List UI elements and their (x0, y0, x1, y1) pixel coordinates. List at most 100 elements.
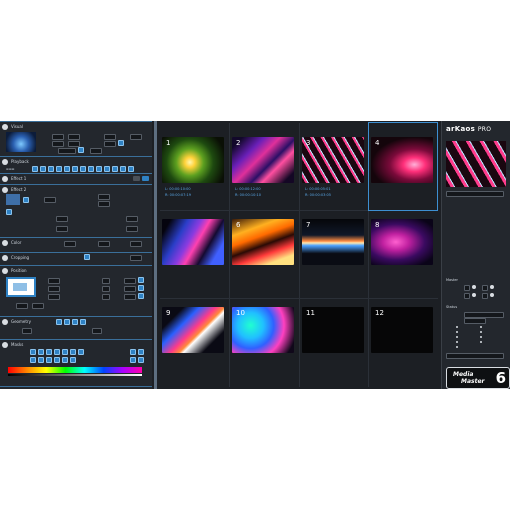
geometry-mode-button[interactable] (80, 319, 86, 325)
position-field[interactable] (124, 286, 136, 292)
grid-cell-11[interactable]: 11 (300, 299, 368, 383)
color-field[interactable] (98, 241, 110, 247)
grid-cell-1[interactable]: 1 L: 00:00:10:00 R: 00:00:07:19 (160, 123, 228, 207)
cropping-field[interactable] (130, 255, 142, 261)
mask-shape-button[interactable] (70, 349, 76, 355)
grayscale-bar[interactable] (8, 374, 142, 376)
collapse-icon[interactable] (2, 318, 8, 325)
visual-field[interactable] (68, 134, 80, 140)
effect2-section-header[interactable]: Effect 2 (0, 185, 152, 194)
grid-cell-8[interactable]: 8 (369, 211, 437, 295)
output-dropdown[interactable] (446, 191, 504, 197)
mask-shape-button[interactable] (62, 357, 68, 363)
mask-shape-button[interactable] (46, 349, 52, 355)
effect2-field[interactable] (98, 201, 110, 207)
collapse-icon[interactable] (2, 239, 8, 246)
mask-shape-button[interactable] (62, 349, 68, 355)
position-field[interactable] (48, 278, 60, 284)
visual-field[interactable] (52, 134, 64, 140)
position-field[interactable] (102, 278, 110, 284)
playback-mode-button[interactable] (96, 166, 102, 172)
collapse-icon[interactable] (2, 341, 8, 348)
grid-cell-4[interactable]: 4 (368, 122, 438, 211)
mask-shape-button[interactable] (46, 357, 52, 363)
mask-shape-button[interactable] (30, 357, 36, 363)
mask-shape-button[interactable] (78, 349, 84, 355)
collapse-icon[interactable] (2, 267, 8, 274)
masks-section-header[interactable]: Masks (0, 340, 152, 349)
visual-field[interactable] (104, 141, 116, 147)
playback-mode-button[interactable] (120, 166, 126, 172)
position-field[interactable] (102, 286, 110, 292)
effect2-add-button[interactable] (23, 197, 29, 203)
panel-splitter[interactable] (154, 121, 157, 389)
playback-mode-button[interactable] (32, 166, 38, 172)
playback-mode-button[interactable] (48, 166, 54, 172)
grid-cell-2[interactable]: 2 L: 00:00:12:00 R: 00:00:10:10 (230, 123, 298, 207)
collapse-icon[interactable] (2, 254, 8, 261)
playback-mode-button[interactable] (104, 166, 110, 172)
mask-shape-button[interactable] (138, 357, 144, 363)
position-reset-button[interactable] (138, 277, 144, 283)
mask-shape-button[interactable] (38, 349, 44, 355)
grid-cell-12[interactable]: 12 (369, 299, 437, 383)
mask-shape-button[interactable] (54, 349, 60, 355)
geometry-mode-button[interactable] (72, 319, 78, 325)
visual-toggle[interactable] (118, 140, 124, 146)
grid-cell-6[interactable]: 6 (230, 211, 298, 295)
visual-field[interactable] (130, 134, 142, 140)
effect2-field[interactable] (56, 216, 68, 222)
effect2-toggle[interactable] (6, 209, 12, 215)
collapse-icon[interactable] (2, 388, 8, 389)
mask-shape-button[interactable] (70, 357, 76, 363)
visual-field[interactable] (104, 134, 116, 140)
collapse-icon[interactable] (2, 175, 8, 182)
effect2-field[interactable] (56, 226, 68, 232)
playback-mode-button[interactable] (80, 166, 86, 172)
geometry-mode-button[interactable] (56, 319, 62, 325)
mask-shape-button[interactable] (130, 357, 136, 363)
geometry-field[interactable] (22, 328, 32, 334)
visual-section-header[interactable]: Visual (0, 122, 152, 131)
playback-mode-button[interactable] (40, 166, 46, 172)
status-field[interactable] (464, 318, 486, 324)
position-field[interactable] (48, 286, 60, 292)
grid-cell-3[interactable]: 3 L: 00:00:05:01 R: 00:00:03:05 (300, 123, 368, 207)
playback-mode-button[interactable] (88, 166, 94, 172)
mask-shape-button[interactable] (38, 357, 44, 363)
master-radio[interactable] (490, 285, 494, 289)
effect2-field[interactable] (126, 226, 138, 232)
master-slider[interactable] (464, 285, 470, 291)
master-radio[interactable] (472, 293, 476, 297)
playback-mode-button[interactable] (128, 166, 134, 172)
visual-toggle[interactable] (78, 147, 84, 153)
effect2-field[interactable] (44, 197, 56, 203)
position-preview[interactable] (6, 277, 36, 297)
position-field[interactable] (124, 294, 136, 300)
master-slider[interactable] (464, 293, 470, 299)
effect1-toggle[interactable] (133, 176, 140, 181)
color-spectrum-bar[interactable] (8, 367, 142, 373)
position-field[interactable] (124, 278, 136, 284)
visual-field[interactable] (90, 148, 102, 154)
grid-cell-7[interactable]: 7 (300, 211, 368, 295)
mask-shape-button[interactable] (30, 349, 36, 355)
geometry-mode-button[interactable] (64, 319, 70, 325)
position-field[interactable] (32, 303, 44, 309)
playback-section-header[interactable]: Playback (0, 157, 152, 166)
master-slider[interactable] (482, 285, 488, 291)
master-slider[interactable] (482, 293, 488, 299)
mask-shape-button[interactable] (130, 349, 136, 355)
position-reset-button[interactable] (138, 293, 144, 299)
collapse-icon[interactable] (2, 123, 8, 130)
visual-field[interactable] (58, 148, 76, 154)
mask-shape-button[interactable] (54, 357, 60, 363)
position-field[interactable] (48, 294, 60, 300)
color-field[interactable] (130, 241, 142, 247)
effect1-toggle[interactable] (142, 176, 149, 181)
effect2-field[interactable] (126, 216, 138, 222)
position-field[interactable] (16, 303, 28, 309)
color-field[interactable] (64, 241, 76, 247)
grid-cell-10[interactable]: 10 (230, 299, 298, 383)
geometry-field[interactable] (92, 328, 102, 334)
